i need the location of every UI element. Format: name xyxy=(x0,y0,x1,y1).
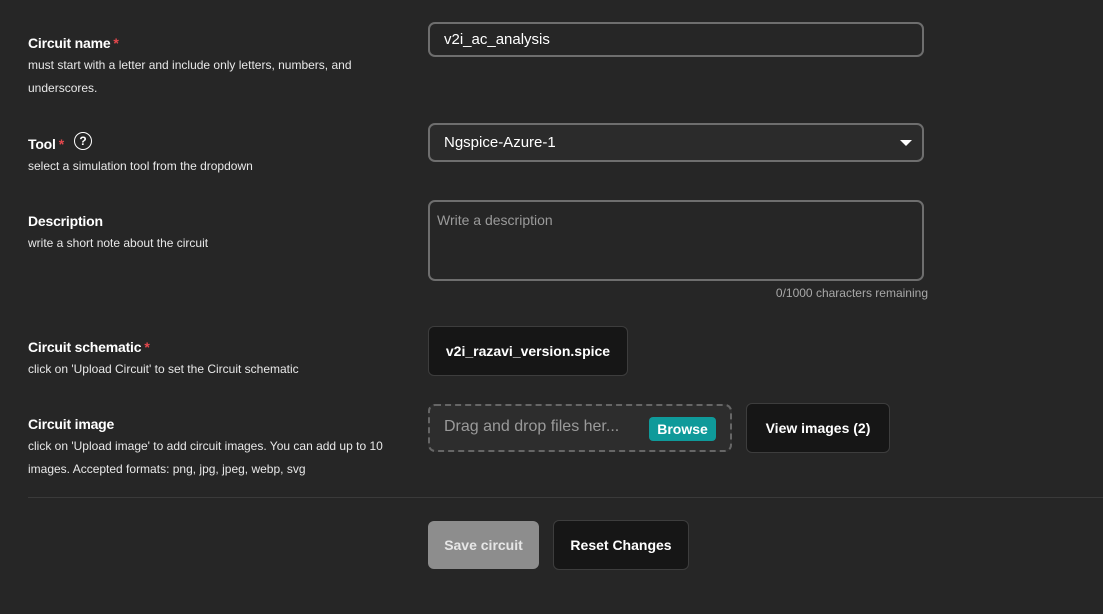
circuit-name-input[interactable]: v2i_ac_analysis xyxy=(428,22,924,57)
image-hint-line1: click on 'Upload image' to add circuit i… xyxy=(28,439,383,453)
tool-select[interactable]: Ngspice-Azure-1 xyxy=(428,123,924,162)
dropzone-text: Drag and drop files her... xyxy=(444,418,620,435)
circuit-name-hint: must start with a letter and include onl… xyxy=(28,54,352,100)
tool-selected-value: Ngspice-Azure-1 xyxy=(444,134,556,151)
description-textarea[interactable]: Write a description xyxy=(428,200,924,281)
circuit-name-label: Circuit name * xyxy=(28,35,119,51)
tool-hint: select a simulation tool from the dropdo… xyxy=(28,159,253,173)
image-hint: click on 'Upload image' to add circuit i… xyxy=(28,435,383,481)
divider xyxy=(28,497,1103,498)
schematic-file-button[interactable]: v2i_razavi_version.spice xyxy=(428,326,628,376)
image-label: Circuit image xyxy=(28,416,115,432)
tool-label: Tool * xyxy=(28,136,64,152)
chevron-down-icon xyxy=(900,140,912,146)
image-dropzone[interactable]: Drag and drop files her... Browse xyxy=(428,404,732,452)
save-circuit-button[interactable]: Save circuit xyxy=(428,521,539,569)
required-mark: * xyxy=(144,339,150,355)
circuit-name-hint-line2: underscores. xyxy=(28,81,98,95)
circuit-name-label-text: Circuit name xyxy=(28,35,111,51)
required-mark: * xyxy=(58,136,64,152)
tool-label-text: Tool xyxy=(28,136,56,152)
description-hint: write a short note about the circuit xyxy=(28,236,209,250)
reset-changes-button[interactable]: Reset Changes xyxy=(553,520,689,570)
schematic-label-text: Circuit schematic xyxy=(28,339,142,355)
image-hint-line2: images. Accepted formats: png, jpg, jpeg… xyxy=(28,462,306,476)
view-images-button[interactable]: View images (2) xyxy=(746,403,890,453)
schematic-label: Circuit schematic * xyxy=(28,339,150,355)
character-counter: 0/1000 characters remaining xyxy=(775,286,928,300)
help-icon[interactable]: ? xyxy=(74,132,92,150)
circuit-name-hint-line1: must start with a letter and include onl… xyxy=(28,58,352,72)
schematic-hint: click on 'Upload Circuit' to set the Cir… xyxy=(28,362,299,376)
required-mark: * xyxy=(113,35,119,51)
description-label: Description xyxy=(28,213,103,229)
browse-button[interactable]: Browse xyxy=(649,417,716,441)
